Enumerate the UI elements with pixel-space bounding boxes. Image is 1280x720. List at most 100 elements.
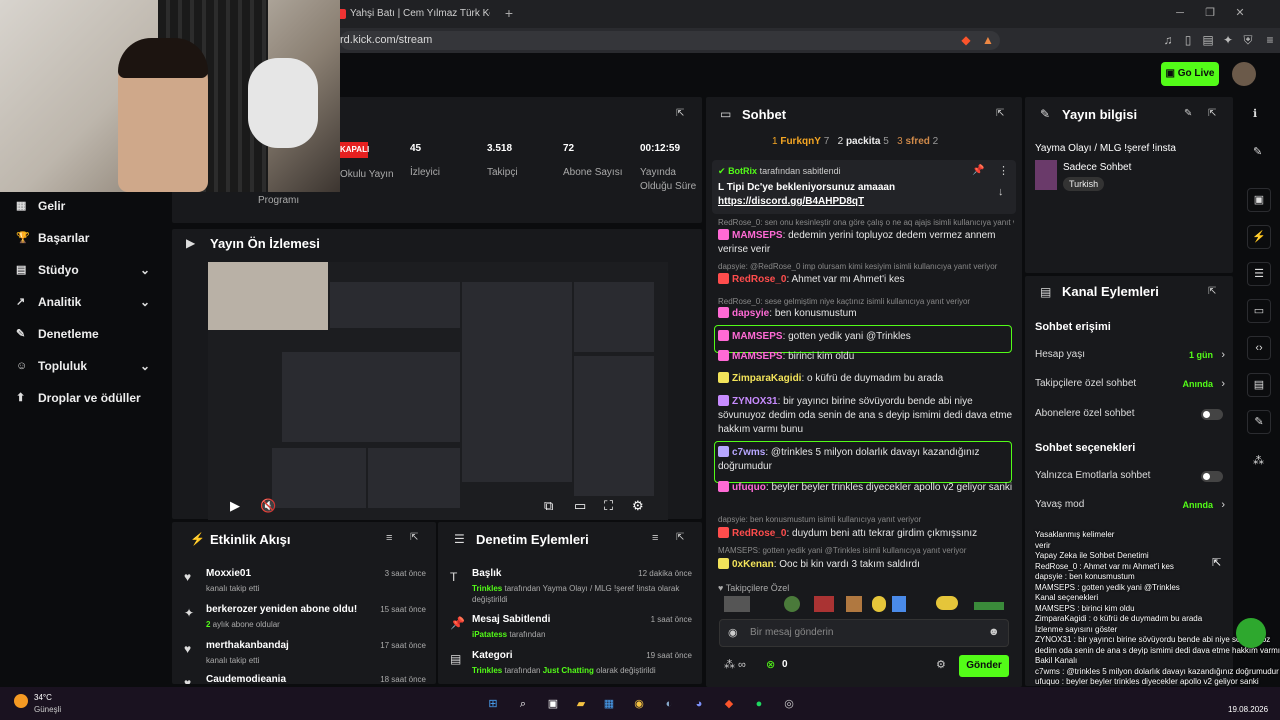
emote-strip[interactable]	[722, 596, 1012, 614]
spotify-icon[interactable]: ●	[750, 695, 768, 713]
sidebar-item-studyo[interactable]: ▤ Stüdyo ⌄	[0, 254, 172, 286]
go-live-button[interactable]: ▣ Go Live	[1161, 62, 1219, 86]
minimize-icon[interactable]: ─	[1170, 4, 1190, 22]
chat-username[interactable]: ZimparaKagidi	[732, 373, 801, 384]
chat-message[interactable]: MAMSEPS: gotten yedik yani @Trinkles	[718, 330, 1014, 344]
rail-stats-icon[interactable]: ▣	[1247, 188, 1271, 212]
info-icon[interactable]: ℹ	[1253, 107, 1257, 120]
emote-icon[interactable]	[872, 596, 886, 612]
sidebar-item-topluluk[interactable]: ☺ Topluluk ⌄	[0, 350, 172, 382]
arrow-down-icon[interactable]: ↓	[998, 186, 1004, 198]
chat-username[interactable]: c7wms	[732, 447, 765, 458]
discord-icon[interactable]: ◕	[690, 695, 708, 713]
task-view-icon[interactable]: ▣	[544, 695, 562, 713]
popout-icon[interactable]: ⇱	[1208, 286, 1216, 297]
chat-username[interactable]: MAMSEPS	[732, 230, 783, 241]
account-age-setting[interactable]: Hesap yaşı 1 gün ›	[1035, 346, 1225, 364]
chat-message[interactable]: dapsyie: ben konusmustum	[718, 307, 1014, 321]
browser-tab[interactable]: Yahşi Batı | Cem Yılmaz Türk Komedi	[330, 2, 490, 26]
rail-code-icon[interactable]: ‹›	[1247, 336, 1271, 360]
stream-preview-video[interactable]	[208, 262, 668, 520]
windows-start-icon[interactable]: ⊞	[484, 695, 502, 713]
chat-username[interactable]: 0xKenan	[732, 559, 774, 570]
settings-icon[interactable]: ⚙	[936, 658, 946, 671]
emote-icon[interactable]	[784, 596, 800, 612]
brave-rewards-icon[interactable]: ▲	[980, 32, 996, 48]
rail-lightning-icon[interactable]: ⚡	[1247, 225, 1271, 249]
popout-icon[interactable]: ⇱	[996, 108, 1004, 119]
chat-message[interactable]: MAMSEPS: dedemin yerini topluyoz dedem v…	[718, 229, 1014, 257]
slow-mode-setting[interactable]: Yavaş mod Anında ›	[1035, 496, 1225, 514]
restore-icon[interactable]: ❐	[1200, 4, 1220, 22]
share-icon[interactable]: ⁂	[1253, 454, 1264, 467]
url-input[interactable]: rd.kick.com/stream	[340, 31, 1000, 50]
rail-chat-icon[interactable]: ▭	[1247, 299, 1271, 323]
chat-username[interactable]: MAMSEPS	[732, 331, 783, 342]
popout-icon[interactable]: ⇱	[1208, 108, 1216, 119]
taskbar-date[interactable]: 19.08.2026	[1228, 705, 1268, 714]
chat-message[interactable]: ZYNOX31: bir yayıncı birine sövüyordu be…	[718, 395, 1014, 437]
pin-icon[interactable]: 📌	[972, 165, 984, 176]
obs-icon[interactable]: ◎	[780, 695, 798, 713]
emote-icon[interactable]	[974, 602, 1004, 610]
mute-icon[interactable]: 🔇	[260, 498, 276, 514]
filter-icon[interactable]: ≡	[386, 532, 392, 544]
filter-icon[interactable]: ≡	[652, 532, 658, 544]
chat-settings-icon[interactable]: ◉	[728, 626, 738, 639]
sidebar-icon[interactable]: ▯	[1180, 32, 1196, 48]
brave-icon[interactable]: ◆	[720, 695, 738, 713]
sidebar-item-droplar[interactable]: ⬆ Droplar ve ödüller	[0, 382, 172, 414]
weather-temp[interactable]: 34°C	[34, 693, 52, 702]
chat-username[interactable]: ufuquo	[732, 482, 766, 493]
more-icon[interactable]: ⋮	[998, 164, 1009, 177]
chat-username[interactable]: RedRose_0	[732, 528, 786, 539]
emote-icon[interactable]	[724, 596, 750, 612]
steam-icon[interactable]: ◐	[660, 695, 678, 713]
send-button[interactable]: Gönder	[959, 655, 1009, 677]
chat-username[interactable]: RedRose_0	[732, 274, 786, 285]
user-avatar[interactable]	[1232, 62, 1256, 86]
sidebar-item-basarilar[interactable]: 🏆 Başarılar	[0, 222, 172, 254]
infinity-icon[interactable]: ⁂ ∞	[724, 658, 746, 671]
chat-message[interactable]: 0xKenan: Ooc bi kin vardı 3 takım saldır…	[718, 558, 1014, 572]
chrome-icon[interactable]: ◉	[630, 695, 648, 713]
close-window-icon[interactable]: ✕	[1230, 4, 1250, 22]
emote-icon[interactable]	[846, 596, 862, 612]
chat-message[interactable]: ufuquo: beyler beyler trinkles diyecekle…	[718, 481, 1014, 495]
rail-channel-icon[interactable]: ▤	[1247, 373, 1271, 397]
vpn-icon[interactable]: ⛨	[1240, 32, 1256, 48]
chat-username[interactable]: dapsyie	[732, 308, 769, 319]
pinned-link[interactable]: https://discord.gg/B4AHPD8qT	[718, 196, 864, 207]
sidebar-item-denetleme[interactable]: ✎ Denetleme	[0, 318, 172, 350]
reader-icon[interactable]: ▤	[1200, 32, 1216, 48]
chat-message[interactable]: ZimparaKagidi: o küfrü de duymadım bu ar…	[718, 372, 1014, 386]
rail-wrench-icon[interactable]: ✎	[1247, 410, 1271, 434]
theater-icon[interactable]: ▭	[574, 498, 586, 514]
settings-icon[interactable]: ⚙	[632, 498, 644, 514]
chat-message[interactable]: MAMSEPS: birinci kim oldu	[718, 350, 1014, 364]
popout-icon[interactable]: ⇱	[676, 532, 684, 543]
media-icon[interactable]: ♫	[1160, 32, 1176, 48]
chat-message[interactable]: RedRose_0: duydum beni attı tekrar girdi…	[718, 527, 1014, 541]
chat-username[interactable]: ZYNOX31	[732, 396, 778, 407]
emote-icon[interactable]	[814, 596, 834, 612]
store-icon[interactable]: ▦	[600, 695, 618, 713]
leo-icon[interactable]: ✦	[1220, 32, 1236, 48]
sidebar-item-gelir[interactable]: ▦ Gelir	[0, 190, 172, 222]
sidebar-item-analitik[interactable]: ↗ Analitik ⌄	[0, 286, 172, 318]
brave-shield-icon[interactable]: ◆	[958, 32, 974, 48]
popout-icon[interactable]: ⇱	[676, 108, 684, 119]
emoji-icon[interactable]: ☻	[988, 626, 1000, 638]
chat-message[interactable]: RedRose_0: Ahmet var mı Ahmet'i kes	[718, 273, 1014, 287]
rail-list-icon[interactable]: ☰	[1247, 262, 1271, 286]
file-explorer-icon[interactable]: ▰	[572, 695, 590, 713]
new-tab-button[interactable]: +	[500, 4, 518, 22]
subs-chat-toggle[interactable]	[1201, 409, 1223, 420]
emote-icon[interactable]	[936, 596, 958, 610]
menu-icon[interactable]: ≡	[1262, 32, 1278, 48]
chat-username[interactable]: MAMSEPS	[732, 351, 783, 362]
emote-icon[interactable]	[892, 596, 906, 612]
edit-icon[interactable]: ✎	[1253, 145, 1262, 158]
chat-message[interactable]: c7wms: @trinkles 5 milyon dolarlık davay…	[718, 446, 1014, 474]
popout-icon[interactable]: ⇱	[410, 532, 418, 543]
